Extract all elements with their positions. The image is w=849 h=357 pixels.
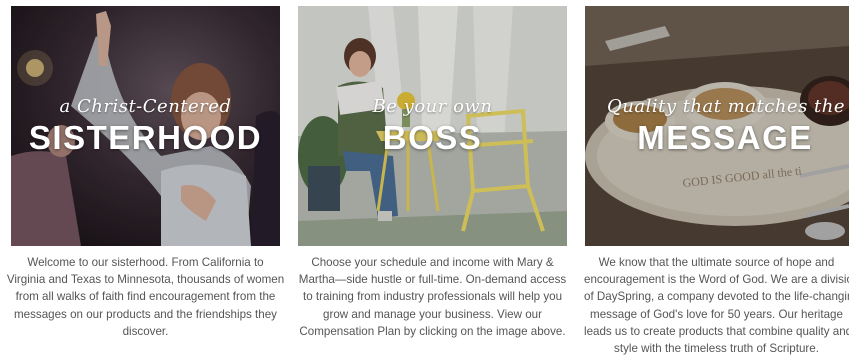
message-image[interactable]: GOD IS GOOD all the ti Quality that matc…	[585, 6, 849, 246]
description-line: Martha—side hustle or full-time. On-dema…	[298, 273, 567, 287]
description-line: leads us to create products that combine…	[584, 324, 849, 338]
description-line: Virginia and Texas to Minnesota, thousan…	[6, 273, 285, 287]
description-line: to training from industry professionals …	[302, 290, 563, 304]
message-description: We know that the ultimate source of hope…	[584, 254, 849, 357]
script-heading: Be your own	[372, 96, 493, 117]
description-line: grow and manage your business. View our	[323, 307, 542, 321]
description-line: from all walks of faith find encourageme…	[15, 290, 276, 304]
description-line: discover.	[122, 324, 169, 338]
sisterhood-image[interactable]: a Christ-Centered SISTERHOOD	[11, 6, 280, 246]
description-line: Welcome to our sisterhood. From Californ…	[27, 256, 264, 269]
description-line: of DaySpring, a company devoted to the l…	[584, 290, 849, 304]
description-line: encouragement is the Word of God. We are…	[584, 273, 849, 287]
description-line: Compensation Plan by clicking on the ima…	[299, 324, 566, 338]
boss-image[interactable]: Be your own BOSS	[298, 6, 567, 246]
sisterhood-description: Welcome to our sisterhood. From Californ…	[0, 254, 291, 340]
description-line: Choose your schedule and income with Mar…	[311, 256, 554, 269]
script-heading: a Christ-Centered	[59, 96, 232, 117]
script-heading: Quality that matches the	[606, 96, 846, 117]
description-line: We know that the ultimate source of hope…	[598, 256, 835, 269]
main-heading: BOSS	[382, 119, 483, 156]
description-line: message of God's love for 50 years. Our …	[590, 307, 843, 321]
main-heading: MESSAGE	[637, 119, 813, 156]
main-heading: SISTERHOOD	[28, 119, 263, 156]
boss-description: Choose your schedule and income with Mar…	[298, 254, 567, 340]
description-line: messages on our products and the friends…	[14, 307, 277, 321]
